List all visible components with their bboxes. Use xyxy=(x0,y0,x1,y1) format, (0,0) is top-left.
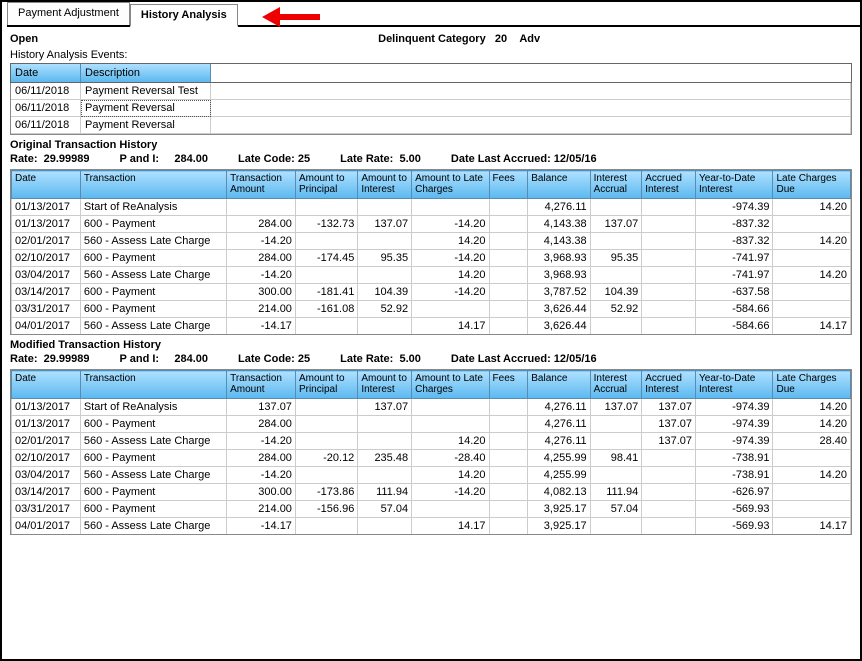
adv-label: Adv xyxy=(519,33,540,45)
table-row[interactable]: 03/14/2017 600 - Payment 300.00 -173.86 … xyxy=(12,484,851,501)
table-row[interactable]: 04/01/2017 560 - Assess Late Charge -14.… xyxy=(12,518,851,535)
col-date[interactable]: Date xyxy=(12,171,81,199)
events-label: History Analysis Events: xyxy=(2,47,860,63)
events-col-date[interactable]: Date xyxy=(11,64,81,82)
tab-history-analysis[interactable]: History Analysis xyxy=(130,4,238,27)
table-row[interactable]: 02/10/2017 600 - Payment 284.00 -174.45 … xyxy=(12,250,851,267)
events-filter-input[interactable] xyxy=(211,64,851,82)
modified-meta: Rate: 29.99989 P and I: 284.00 Late Code… xyxy=(2,351,860,369)
delinquent-label: Delinquent Category xyxy=(378,33,486,45)
table-row[interactable]: 03/31/2017 600 - Payment 214.00 -161.08 … xyxy=(12,301,851,318)
events-cell-desc: Payment Reversal xyxy=(81,117,211,134)
events-grid[interactable]: 06/11/2018Payment Reversal Test06/11/201… xyxy=(10,83,852,135)
events-cell-extra xyxy=(211,83,851,100)
table-row[interactable]: 03/04/2017 560 - Assess Late Charge -14.… xyxy=(12,467,851,484)
col-principal[interactable]: Amount to Principal xyxy=(295,171,357,199)
table-row[interactable]: 03/14/2017 600 - Payment 300.00 -181.41 … xyxy=(12,284,851,301)
modified-title: Modified Transaction History xyxy=(2,335,860,351)
col-late-charges-due[interactable]: Late Charges Due xyxy=(773,171,851,199)
events-cell-extra xyxy=(211,117,851,134)
table-row[interactable]: 04/01/2017 560 - Assess Late Charge -14.… xyxy=(12,318,851,335)
original-meta: Rate: 29.99989 P and I: 284.00 Late Code… xyxy=(2,151,860,169)
col-amount[interactable]: Transaction Amount xyxy=(227,171,296,199)
tab-bar: Payment Adjustment History Analysis xyxy=(7,2,860,27)
original-table: Date Transaction Transaction Amount Amou… xyxy=(10,169,852,335)
col-balance[interactable]: Balance xyxy=(528,371,590,399)
table-row[interactable]: 03/31/2017 600 - Payment 214.00 -156.96 … xyxy=(12,501,851,518)
col-balance[interactable]: Balance xyxy=(528,171,590,199)
tab-payment-adjustment[interactable]: Payment Adjustment xyxy=(7,2,130,25)
col-date[interactable]: Date xyxy=(12,371,81,399)
events-row[interactable]: 06/11/2018Payment Reversal xyxy=(11,100,851,117)
col-fees[interactable]: Fees xyxy=(489,171,528,199)
events-cell-desc: Payment Reversal Test xyxy=(81,83,211,100)
col-accrued-interest[interactable]: Accrued Interest xyxy=(642,171,696,199)
events-cell-date: 06/11/2018 xyxy=(11,83,81,100)
events-cell-date: 06/11/2018 xyxy=(11,100,81,117)
col-interest-accrual[interactable]: Interest Accrual xyxy=(590,171,642,199)
col-ytd-interest[interactable]: Year-to-Date Interest xyxy=(696,371,773,399)
events-col-description[interactable]: Description xyxy=(81,64,211,82)
events-row[interactable]: 06/11/2018Payment Reversal Test xyxy=(11,83,851,100)
col-late-charges[interactable]: Amount to Late Charges xyxy=(412,171,489,199)
col-late-charges-due[interactable]: Late Charges Due xyxy=(773,371,851,399)
col-principal[interactable]: Amount to Principal xyxy=(295,371,357,399)
arrow-annotation xyxy=(262,7,320,27)
table-row[interactable]: 01/13/2017 Start of ReAnalysis 137.07 13… xyxy=(12,399,851,416)
events-header: Date Description xyxy=(10,63,852,83)
original-table-scroll[interactable]: Date Transaction Transaction Amount Amou… xyxy=(11,170,851,334)
modified-table-scroll[interactable]: Date Transaction Transaction Amount Amou… xyxy=(11,370,851,534)
table-row[interactable]: 02/01/2017 560 - Assess Late Charge -14.… xyxy=(12,233,851,250)
table-row[interactable]: 01/13/2017 Start of ReAnalysis 4,276.11 … xyxy=(12,199,851,216)
status-row: Open Delinquent Category 20 Adv xyxy=(2,27,860,47)
modified-table: Date Transaction Transaction Amount Amou… xyxy=(10,369,852,535)
col-interest[interactable]: Amount to Interest xyxy=(358,171,412,199)
table-row[interactable]: 01/13/2017 600 - Payment 284.00 4,276.11… xyxy=(12,416,851,433)
col-interest[interactable]: Amount to Interest xyxy=(358,371,412,399)
col-interest-accrual[interactable]: Interest Accrual xyxy=(590,371,642,399)
col-fees[interactable]: Fees xyxy=(489,371,528,399)
col-amount[interactable]: Transaction Amount xyxy=(227,371,296,399)
delinquent-value: 20 xyxy=(495,33,507,45)
original-title: Original Transaction History xyxy=(2,135,860,151)
col-ytd-interest[interactable]: Year-to-Date Interest xyxy=(696,171,773,199)
events-cell-extra xyxy=(211,100,851,117)
table-row[interactable]: 02/01/2017 560 - Assess Late Charge -14.… xyxy=(12,433,851,450)
events-row[interactable]: 06/11/2018Payment Reversal xyxy=(11,117,851,134)
events-cell-date: 06/11/2018 xyxy=(11,117,81,134)
events-cell-desc: Payment Reversal xyxy=(81,100,211,117)
table-row[interactable]: 03/04/2017 560 - Assess Late Charge -14.… xyxy=(12,267,851,284)
col-accrued-interest[interactable]: Accrued Interest xyxy=(642,371,696,399)
col-transaction[interactable]: Transaction xyxy=(80,371,226,399)
table-row[interactable]: 02/10/2017 600 - Payment 284.00 -20.12 2… xyxy=(12,450,851,467)
col-transaction[interactable]: Transaction xyxy=(80,171,226,199)
col-late-charges[interactable]: Amount to Late Charges xyxy=(412,371,489,399)
status-open: Open xyxy=(10,33,38,45)
table-row[interactable]: 01/13/2017 600 - Payment 284.00 -132.73 … xyxy=(12,216,851,233)
